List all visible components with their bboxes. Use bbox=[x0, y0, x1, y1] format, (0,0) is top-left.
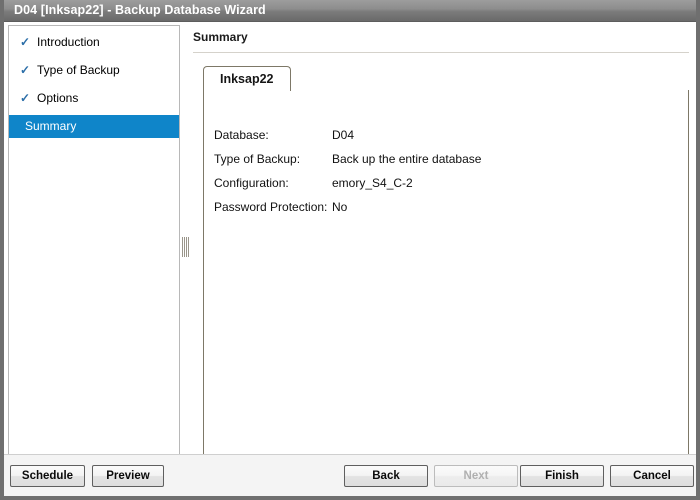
finish-button[interactable]: Finish bbox=[520, 465, 604, 487]
wizard-step-list: ✓ Introduction ✓ Type of Backup ✓ Option… bbox=[8, 25, 180, 459]
check-icon: ✓ bbox=[20, 59, 34, 82]
wizard-button-bar: Schedule Preview Back Next Finish Cancel bbox=[4, 454, 696, 496]
summary-value: Back up the entire database bbox=[332, 147, 481, 171]
sidebar-item-label: Options bbox=[37, 91, 78, 105]
summary-row-password-protection: Password Protection: No bbox=[214, 195, 680, 219]
check-icon: ✓ bbox=[20, 87, 34, 110]
sidebar-item-introduction[interactable]: ✓ Introduction bbox=[9, 31, 179, 54]
schedule-button[interactable]: Schedule bbox=[10, 465, 85, 487]
summary-label: Configuration: bbox=[214, 171, 289, 195]
backup-database-wizard-window: D04 [Inksap22] - Backup Database Wizard … bbox=[0, 0, 700, 500]
cancel-button[interactable]: Cancel bbox=[610, 465, 694, 487]
content-pane: Summary Inksap22 Database: D04 Type of B… bbox=[191, 25, 691, 459]
wizard-body: ✓ Introduction ✓ Type of Backup ✓ Option… bbox=[4, 22, 696, 496]
sidebar-item-label: Summary bbox=[25, 119, 76, 133]
summary-row-database: Database: D04 bbox=[214, 123, 680, 147]
window-titlebar: D04 [Inksap22] - Backup Database Wizard bbox=[0, 0, 700, 22]
summary-label: Database: bbox=[214, 123, 269, 147]
tab-inksap22[interactable]: Inksap22 bbox=[203, 66, 291, 91]
sidebar-item-options[interactable]: ✓ Options bbox=[9, 87, 179, 110]
preview-button[interactable]: Preview bbox=[92, 465, 164, 487]
window-title: D04 [Inksap22] - Backup Database Wizard bbox=[14, 3, 266, 17]
sidebar-item-summary[interactable]: Summary bbox=[9, 115, 179, 138]
summary-value: No bbox=[332, 195, 347, 219]
grip-vertical-icon bbox=[182, 237, 189, 257]
summary-label: Password Protection: bbox=[214, 195, 327, 219]
pane-splitter[interactable] bbox=[180, 25, 191, 459]
sidebar-item-type-of-backup[interactable]: ✓ Type of Backup bbox=[9, 59, 179, 82]
summary-value: D04 bbox=[332, 123, 354, 147]
summary-label: Type of Backup: bbox=[214, 147, 300, 171]
page-title: Summary bbox=[193, 30, 248, 44]
tabstrip: Inksap22 bbox=[203, 66, 689, 90]
check-icon: ✓ bbox=[20, 31, 34, 54]
title-divider bbox=[193, 52, 689, 53]
back-button[interactable]: Back bbox=[344, 465, 428, 487]
summary-field-list: Database: D04 Type of Backup: Back up th… bbox=[214, 123, 680, 219]
sidebar-item-label: Type of Backup bbox=[37, 63, 120, 77]
next-button: Next bbox=[434, 465, 518, 487]
sidebar-item-label: Introduction bbox=[37, 35, 100, 49]
summary-row-configuration: Configuration: emory_S4_C-2 bbox=[214, 171, 680, 195]
tab-panel: Database: D04 Type of Backup: Back up th… bbox=[203, 90, 689, 455]
summary-row-type-of-backup: Type of Backup: Back up the entire datab… bbox=[214, 147, 680, 171]
summary-value: emory_S4_C-2 bbox=[332, 171, 413, 195]
